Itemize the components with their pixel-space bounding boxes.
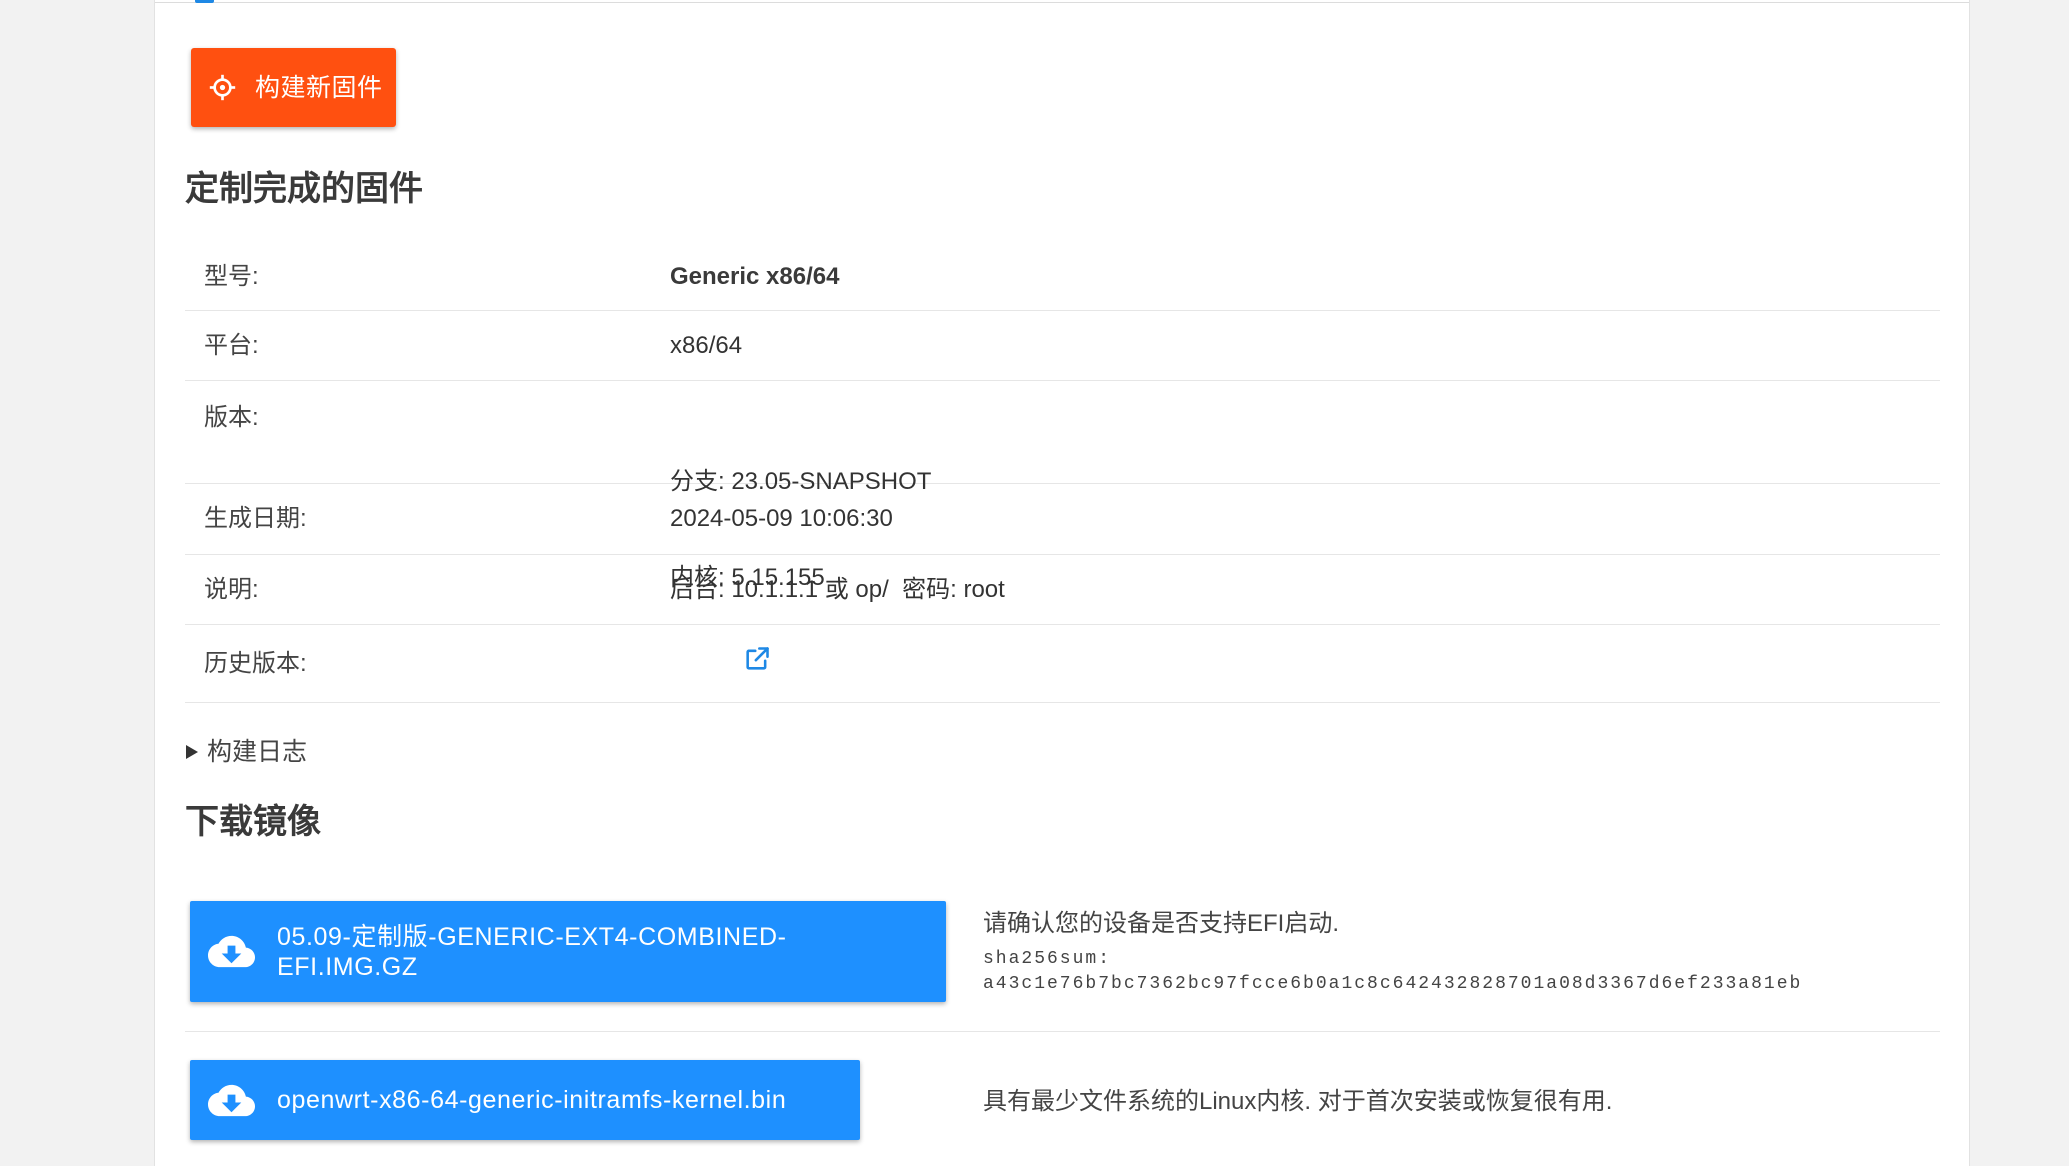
table-row-history: 历史版本:: [185, 625, 1940, 703]
download-efi-info: 请确认您的设备是否支持EFI启动. sha256sum: a43c1e76b7b…: [983, 908, 1802, 996]
model-value: Generic x86/64: [670, 262, 840, 290]
history-value: [670, 613, 771, 714]
history-versions-link[interactable]: [743, 645, 771, 673]
table-row-platform: 平台: x86/64: [185, 311, 1940, 381]
sha256-label: sha256sum:: [983, 949, 1112, 969]
content-card: 构建新固件 定制完成的固件 型号: Generic x86/64 平台: x86…: [154, 0, 1970, 1166]
download-kernel-label: openwrt-x86-64-generic-initramfs-kernel.…: [277, 1086, 787, 1114]
build-date-value: 2024-05-09 10:06:30: [670, 505, 893, 532]
platform-label: 平台:: [204, 331, 259, 359]
download-section-title: 下载镜像: [185, 803, 321, 841]
version-label: 版本:: [204, 404, 259, 431]
build-date-label: 生成日期:: [204, 505, 307, 532]
sha256-value: a43c1e76b7bc7362bc97fcce6b0a1c8c64243282…: [983, 974, 1803, 994]
table-row-notes: 说明: 后台: 10.1.1.1 或 op/ 密码: root: [185, 555, 1940, 625]
download-efi-image-button[interactable]: 05.09-定制版-GENERIC-EXT4-COMBINED-EFI.IMG.…: [190, 901, 946, 1002]
cloud-download-icon: [208, 935, 255, 968]
download-kernel-button[interactable]: openwrt-x86-64-generic-initramfs-kernel.…: [190, 1060, 860, 1140]
top-divider: [155, 2, 1969, 3]
table-row-model: 型号: Generic x86/64: [185, 243, 1940, 311]
gear-icon: [209, 74, 236, 101]
notes-label: 说明:: [204, 575, 259, 603]
cloud-download-icon: [208, 1084, 255, 1116]
top-accent-mark: [195, 0, 214, 3]
table-row-version: 版本: 分支: 23.05-SNAPSHOT 内核: 5.15.155: [185, 381, 1940, 591]
build-log-toggle[interactable]: 构建日志: [185, 736, 307, 768]
firmware-info-table: 型号: Generic x86/64 平台: x86/64 版本: 分支: 23…: [185, 243, 1940, 703]
external-link-icon[interactable]: [743, 645, 771, 673]
firmware-section-title: 定制完成的固件: [185, 170, 423, 208]
download-kernel-info: 具有最少文件系统的Linux内核. 对于首次安装或恢复很有用.: [983, 1086, 1612, 1118]
platform-value: x86/64: [670, 331, 743, 359]
history-label: 历史版本:: [204, 649, 307, 677]
model-label: 型号:: [204, 262, 259, 290]
kernel-note: 具有最少文件系统的Linux内核. 对于首次安装或恢复很有用.: [983, 1088, 1613, 1115]
download-divider: [185, 1031, 1940, 1032]
branch-line: 分支: 23.05-SNAPSHOT: [670, 468, 932, 495]
build-button-label: 构建新固件: [255, 73, 383, 102]
download-efi-image-label: 05.09-定制版-GENERIC-EXT4-COMBINED-EFI.IMG.…: [277, 922, 787, 981]
efi-note: 请确认您的设备是否支持EFI启动.: [983, 910, 1340, 937]
build-log-label: 构建日志: [207, 738, 308, 766]
notes-value: 后台: 10.1.1.1 或 op/ 密码: root: [670, 575, 1005, 603]
build-new-firmware-button[interactable]: 构建新固件: [191, 48, 396, 127]
expand-triangle-icon: [186, 745, 198, 759]
table-row-build-date: 生成日期: 2024-05-09 10:06:30: [185, 484, 1940, 555]
